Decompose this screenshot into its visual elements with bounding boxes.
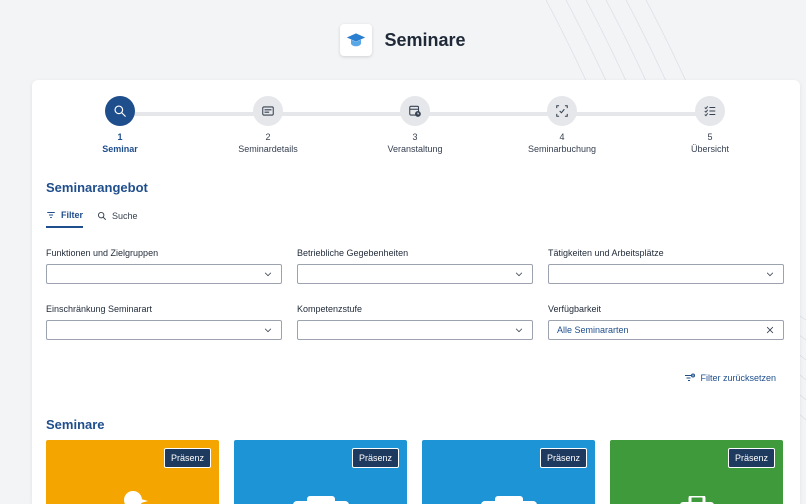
progress-stepper: 1 Seminar 2 Seminardetails 3 Veranstaltu…: [32, 96, 800, 160]
booking-icon: [556, 105, 568, 117]
funktionen-select[interactable]: [46, 264, 282, 284]
tab-label: Suche: [112, 211, 138, 221]
step-number: 2: [265, 132, 271, 142]
step-seminardetails[interactable]: 2 Seminardetails: [208, 96, 328, 154]
filter-icon: [47, 212, 55, 218]
step-circle: [547, 96, 577, 126]
filter-verfuegbarkeit: Verfügbarkeit Alle Seminararten: [548, 304, 784, 340]
step-uebersicht[interactable]: 5 Übersicht: [650, 96, 770, 154]
tab-filter[interactable]: Filter: [46, 210, 84, 228]
format-badge: Präsenz: [163, 448, 211, 468]
step-number: 5: [707, 132, 713, 142]
chevron-down-icon: [515, 328, 523, 333]
filter-reset-icon: [685, 373, 696, 382]
step-label: Seminar: [102, 144, 138, 154]
format-badge: Präsenz: [351, 448, 399, 468]
camera-icon: [480, 496, 537, 504]
step-number: 3: [412, 132, 418, 142]
details-icon: [262, 106, 274, 116]
step-veranstaltung[interactable]: 3 Veranstaltung: [355, 96, 475, 154]
step-label: Seminardetails: [238, 144, 298, 154]
calendar-clock-icon: [409, 105, 421, 117]
filter-label: Funktionen und Zielgruppen: [46, 248, 159, 258]
filter-label: Verfügbarkeit: [548, 304, 602, 314]
format-badge: Präsenz: [727, 448, 775, 468]
seminar-tiles: Präsenz Präsenz Präsenz Präsenz: [46, 440, 783, 504]
chevron-down-icon: [264, 328, 272, 333]
seminar-tile[interactable]: Präsenz: [422, 440, 595, 504]
filter-label: Einschränkung Seminarart: [46, 304, 153, 314]
duck-icon: [123, 491, 148, 504]
chevron-down-icon: [766, 272, 774, 277]
checklist-icon: [704, 106, 716, 117]
step-number: 4: [559, 132, 565, 142]
seminars-title: Seminare: [46, 417, 105, 432]
chevron-down-icon: [515, 272, 523, 277]
filter-funktionen: Funktionen und Zielgruppen: [46, 248, 282, 284]
graduation-cap-icon: [347, 33, 366, 47]
step-circle: [695, 96, 725, 126]
filter-panel: Funktionen und Zielgruppen Betriebliche …: [46, 248, 784, 360]
tab-label: Filter: [61, 210, 84, 220]
filter-taetigkeiten: Tätigkeiten und Arbeitsplätze: [548, 248, 784, 284]
step-seminarbuchung[interactable]: 4 Seminarbuchung: [502, 96, 622, 154]
verfuegbarkeit-select[interactable]: Alle Seminararten: [548, 320, 784, 340]
reset-label: Filter zurücksetzen: [700, 373, 776, 383]
seminarart-select[interactable]: [46, 320, 282, 340]
step-label: Veranstaltung: [387, 144, 443, 154]
seminar-tile[interactable]: Präsenz: [46, 440, 219, 504]
filter-kompetenzstufe: Kompetenzstufe: [297, 304, 533, 340]
step-label: Seminarbuchung: [527, 144, 597, 154]
main-card: 1 Seminar 2 Seminardetails 3 Veranstaltu…: [32, 80, 800, 504]
close-icon[interactable]: [765, 325, 775, 335]
step-circle: [253, 96, 283, 126]
section-title: Seminarangebot: [46, 180, 148, 195]
app-title: Seminare: [384, 29, 466, 50]
select-value: Alle Seminararten: [557, 325, 629, 335]
taetigkeiten-select[interactable]: [548, 264, 784, 284]
filter-seminarart: Einschränkung Seminarart: [46, 304, 282, 340]
seminar-tile[interactable]: Präsenz: [234, 440, 407, 504]
search-icon: [98, 212, 107, 221]
search-icon: [114, 105, 126, 117]
step-label: Übersicht: [690, 144, 729, 154]
app-header: Seminare: [0, 0, 806, 80]
format-badge: Präsenz: [539, 448, 587, 468]
filter-betrieblich: Betriebliche Gegebenheiten: [297, 248, 533, 284]
step-circle: [105, 96, 135, 126]
camera-icon: [292, 496, 349, 504]
seminar-tile[interactable]: Präsenz: [610, 440, 783, 504]
filter-label: Kompetenzstufe: [297, 304, 363, 314]
chevron-down-icon: [264, 272, 272, 277]
step-number: 1: [117, 132, 123, 142]
tab-suche[interactable]: Suche: [97, 210, 138, 228]
app-logo: [340, 24, 373, 56]
step-circle: [400, 96, 430, 126]
filter-label: Tätigkeiten und Arbeitsplätze: [548, 248, 664, 258]
step-seminar[interactable]: 1 Seminar: [60, 96, 180, 154]
kompetenzstufe-select[interactable]: [297, 320, 533, 340]
filter-label: Betriebliche Gegebenheiten: [297, 248, 409, 258]
betrieblich-select[interactable]: [297, 264, 533, 284]
briefcase-icon: [679, 496, 714, 504]
reset-filter-button[interactable]: Filter zurücksetzen: [684, 372, 776, 384]
filter-tabs: Filter Suche: [46, 210, 138, 228]
